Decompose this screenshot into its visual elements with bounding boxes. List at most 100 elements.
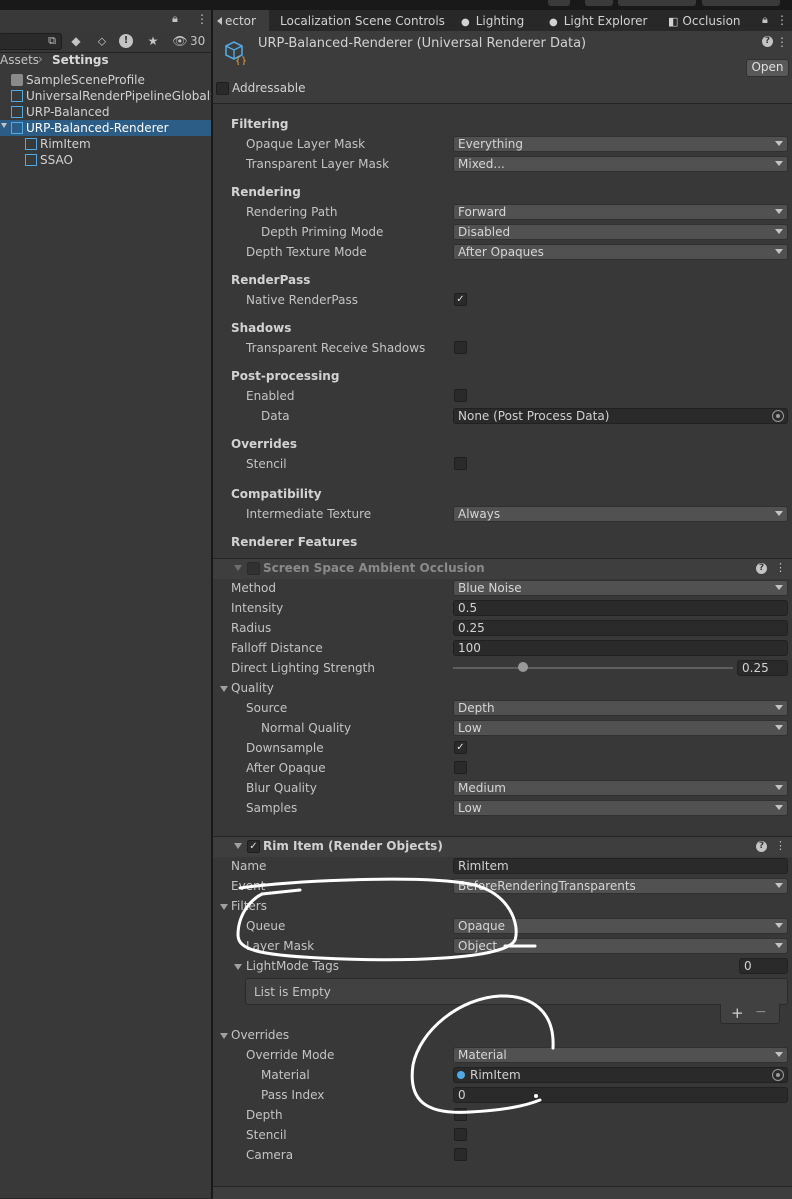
intensity-field[interactable]: 0.5 bbox=[453, 600, 788, 616]
direct-lighting-strength-slider-track[interactable] bbox=[453, 667, 733, 669]
depth-texture-mode-dropdown[interactable]: After Opaques bbox=[453, 244, 788, 260]
list-item[interactable]: SSAO bbox=[0, 152, 211, 168]
help-icon[interactable]: ? bbox=[756, 841, 767, 852]
add-icon[interactable]: + bbox=[731, 1004, 744, 1022]
tab-inspector[interactable]: ector bbox=[213, 10, 269, 31]
radius-field[interactable]: 0.25 bbox=[453, 620, 788, 636]
addressable-label: Addressable bbox=[232, 81, 306, 95]
transparent-receive-shadows-checkbox[interactable] bbox=[454, 341, 467, 354]
foldout-arrow-icon[interactable] bbox=[220, 904, 228, 910]
list-item[interactable]: URP-Balanced bbox=[0, 104, 211, 120]
direct-lighting-strength-field[interactable]: 0.25 bbox=[737, 660, 788, 676]
favorites-star-icon[interactable]: ★ bbox=[145, 33, 161, 49]
list-item-selected[interactable]: URP-Balanced-Renderer bbox=[0, 120, 211, 136]
warning-filter-icon[interactable]: ! bbox=[119, 34, 133, 48]
layout-dropdown[interactable] bbox=[702, 0, 780, 6]
camera-checkbox[interactable] bbox=[454, 1148, 467, 1161]
normal-quality-dropdown[interactable]: Low bbox=[453, 720, 788, 736]
stencil-checkbox[interactable] bbox=[454, 1128, 467, 1141]
foldout-arrow-icon[interactable] bbox=[220, 1033, 228, 1039]
blur-quality-dropdown[interactable]: Medium bbox=[453, 780, 788, 796]
samples-dropdown[interactable]: Low bbox=[453, 800, 788, 816]
more-menu-icon[interactable]: ⋮ bbox=[775, 561, 786, 574]
foldout-arrow-icon[interactable] bbox=[234, 964, 242, 970]
filters-foldout-label[interactable]: Filters bbox=[231, 899, 267, 913]
object-picker-icon[interactable] bbox=[772, 410, 784, 422]
depth-checkbox[interactable] bbox=[454, 1108, 467, 1121]
samples-label: Samples bbox=[246, 801, 298, 815]
addressable-checkbox[interactable] bbox=[216, 82, 229, 95]
section-title-rendering: Rendering bbox=[231, 185, 301, 199]
open-button[interactable]: Open bbox=[746, 59, 789, 77]
help-icon[interactable]: ? bbox=[762, 36, 773, 47]
expand-arrow-icon[interactable] bbox=[1, 123, 7, 128]
lightmode-tags-label[interactable]: LightMode Tags bbox=[246, 959, 339, 973]
more-menu-icon[interactable]: ⋮ bbox=[775, 839, 786, 852]
filter-by-type-icon[interactable]: ◆ bbox=[68, 33, 84, 49]
rim-item-enabled-checkbox[interactable]: ✓ bbox=[247, 840, 260, 853]
lightmode-tags-count-field[interactable]: 0 bbox=[739, 958, 788, 974]
downsample-checkbox[interactable]: ✓ bbox=[454, 741, 467, 754]
more-menu-icon[interactable]: ⋮ bbox=[196, 12, 208, 26]
tab-label: Lighting bbox=[475, 14, 525, 28]
page-title: URP-Balanced-Renderer (Universal Rendere… bbox=[258, 36, 587, 51]
post-processing-enabled-checkbox[interactable] bbox=[454, 389, 467, 402]
method-dropdown[interactable]: Blue Noise bbox=[453, 580, 788, 596]
event-dropdown[interactable]: BeforeRenderingTransparents bbox=[453, 878, 788, 894]
intermediate-texture-dropdown[interactable]: Always bbox=[453, 506, 788, 522]
lock-icon[interactable]: 🔒︎ bbox=[172, 12, 178, 26]
direct-lighting-strength-slider-thumb[interactable] bbox=[518, 662, 528, 672]
after-opaque-checkbox[interactable] bbox=[454, 761, 467, 774]
native-renderpass-checkbox[interactable]: ✓ bbox=[454, 293, 467, 306]
quality-foldout-label[interactable]: Quality bbox=[231, 681, 274, 695]
name-field[interactable]: RimItem bbox=[453, 858, 788, 874]
overrides-stencil-checkbox[interactable] bbox=[454, 457, 467, 470]
tab-lighting[interactable]: ● Lighting bbox=[461, 10, 524, 31]
list-item[interactable]: UniversalRenderPipelineGlobalS bbox=[0, 88, 211, 104]
material-sphere-icon bbox=[457, 1071, 465, 1079]
foldout-arrow-icon[interactable] bbox=[220, 686, 228, 692]
stencil-label: Stencil bbox=[246, 1128, 287, 1142]
remove-icon[interactable]: − bbox=[755, 1004, 767, 1020]
pass-index-field[interactable]: 0 bbox=[453, 1087, 788, 1103]
ssao-enabled-checkbox[interactable] bbox=[247, 562, 260, 575]
hidden-packages-eye-icon[interactable]: 👁︎ bbox=[170, 33, 190, 49]
layer-mask-dropdown[interactable]: Object bbox=[453, 938, 788, 954]
override-mode-dropdown[interactable]: Material bbox=[453, 1047, 788, 1063]
filter-by-label-icon[interactable]: ⬦ bbox=[94, 33, 110, 49]
lock-icon[interactable]: 🔒︎ bbox=[762, 13, 768, 27]
breadcrumb-settings[interactable]: Settings bbox=[52, 53, 109, 67]
renderer-data-asset-icon: {} bbox=[225, 41, 247, 65]
foldout-arrow-icon[interactable] bbox=[234, 843, 242, 849]
overrides-foldout-label[interactable]: Overrides bbox=[231, 1028, 289, 1042]
next-feature-header[interactable] bbox=[213, 1186, 792, 1199]
material-field[interactable]: RimItem bbox=[453, 1067, 788, 1083]
queue-dropdown[interactable]: Opaque bbox=[453, 918, 788, 934]
toolbar-button[interactable] bbox=[585, 0, 613, 6]
tab-light-explorer[interactable]: ● Light Explorer bbox=[549, 10, 647, 31]
opaque-layer-mask-dropdown[interactable]: Everything bbox=[453, 136, 788, 152]
foldout-arrow-icon[interactable] bbox=[234, 565, 242, 571]
section-title-compatibility: Compatibility bbox=[231, 487, 322, 501]
more-menu-icon[interactable]: ⋮ bbox=[776, 35, 788, 49]
transparent-layer-mask-dropdown[interactable]: Mixed... bbox=[453, 156, 788, 172]
transparent-receive-shadows-label: Transparent Receive Shadows bbox=[246, 341, 426, 355]
more-menu-icon[interactable]: ⋮ bbox=[776, 13, 788, 27]
post-processing-data-field[interactable]: None (Post Process Data) bbox=[453, 408, 788, 424]
list-item[interactable]: SampleSceneProfile bbox=[0, 72, 211, 88]
object-picker-icon[interactable] bbox=[772, 1069, 784, 1081]
list-item[interactable]: RimItem bbox=[0, 136, 211, 152]
tab-scroll-left-icon[interactable] bbox=[217, 17, 222, 25]
rendering-path-dropdown[interactable]: Forward bbox=[453, 204, 788, 220]
depth-priming-mode-dropdown[interactable]: Disabled bbox=[453, 224, 788, 240]
toolbar-button[interactable] bbox=[548, 0, 570, 6]
source-dropdown[interactable]: Depth bbox=[453, 700, 788, 716]
layers-dropdown[interactable] bbox=[618, 0, 696, 6]
falloff-distance-field[interactable]: 100 bbox=[453, 640, 788, 656]
intensity-label: Intensity bbox=[231, 601, 284, 615]
tab-localization-scene-controls[interactable]: Localization Scene Controls bbox=[280, 10, 445, 31]
breadcrumb-assets[interactable]: Assets bbox=[0, 53, 39, 67]
search-by-type-icon[interactable]: ⧉ bbox=[44, 33, 60, 49]
tab-occlusion[interactable]: ◧ Occlusion bbox=[668, 10, 741, 31]
help-icon[interactable]: ? bbox=[756, 563, 767, 574]
